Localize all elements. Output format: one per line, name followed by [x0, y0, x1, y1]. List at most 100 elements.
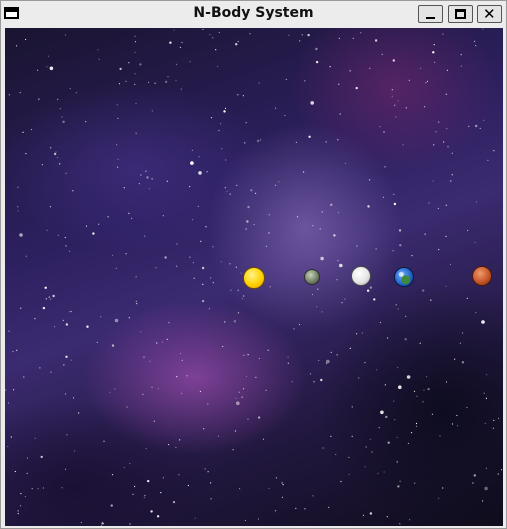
- star: [149, 360, 151, 362]
- star: [138, 183, 140, 185]
- minimize-button[interactable]: [418, 5, 443, 23]
- star: [411, 255, 413, 257]
- star: [447, 146, 449, 148]
- star: [50, 298, 52, 300]
- star: [17, 186, 19, 188]
- close-icon: ✕: [483, 5, 496, 23]
- star: [433, 44, 435, 46]
- star: [268, 214, 270, 216]
- star: [151, 110, 153, 112]
- star: [312, 495, 314, 497]
- star: [62, 319, 64, 321]
- star: [75, 92, 77, 94]
- star: [111, 474, 114, 476]
- close-button[interactable]: ✕: [477, 5, 502, 23]
- star: [224, 187, 226, 189]
- star: [114, 318, 119, 323]
- star: [301, 34, 303, 36]
- star: [414, 482, 416, 484]
- star: [144, 235, 146, 237]
- star: [210, 482, 212, 484]
- star: [442, 33, 444, 35]
- star: [406, 375, 411, 379]
- star: [8, 94, 10, 96]
- star: [49, 66, 54, 71]
- star: [34, 318, 36, 320]
- star: [16, 45, 18, 47]
- star: [497, 417, 500, 419]
- star: [397, 308, 399, 310]
- star: [176, 243, 178, 245]
- star: [468, 125, 470, 127]
- star: [201, 299, 205, 303]
- star: [376, 369, 378, 371]
- star: [258, 357, 260, 360]
- star: [387, 441, 390, 444]
- star: [322, 447, 324, 449]
- simulation-canvas[interactable]: [5, 28, 503, 526]
- star: [13, 389, 15, 391]
- star: [349, 70, 351, 72]
- star: [278, 181, 280, 183]
- star: [17, 210, 19, 212]
- star: [460, 65, 462, 67]
- star: [65, 355, 68, 358]
- star: [210, 117, 213, 119]
- star: [360, 32, 362, 34]
- star: [435, 131, 437, 133]
- star: [179, 439, 181, 441]
- star: [393, 193, 395, 195]
- star: [409, 519, 411, 521]
- star: [235, 397, 237, 399]
- star: [243, 354, 245, 356]
- star: [41, 164, 44, 166]
- star: [397, 366, 399, 369]
- star: [361, 332, 363, 334]
- star: [218, 31, 220, 34]
- star: [85, 225, 88, 227]
- star: [66, 434, 68, 436]
- star: [57, 156, 59, 159]
- star: [226, 190, 228, 192]
- star: [49, 206, 52, 208]
- star: [247, 354, 249, 356]
- star: [454, 358, 456, 360]
- star: [125, 253, 127, 255]
- star: [140, 174, 142, 176]
- star: [156, 342, 158, 344]
- star: [179, 352, 182, 355]
- star: [173, 29, 175, 31]
- star: [446, 69, 448, 71]
- star: [253, 223, 255, 226]
- star: [50, 371, 52, 373]
- minimize-icon: [426, 17, 435, 19]
- venus-body: [351, 266, 371, 286]
- star: [31, 488, 33, 490]
- star: [462, 332, 464, 334]
- star: [287, 356, 289, 358]
- star: [59, 108, 61, 110]
- star: [420, 67, 422, 69]
- star: [335, 453, 337, 456]
- star: [96, 341, 98, 343]
- star: [178, 474, 180, 476]
- star: [339, 263, 343, 268]
- star: [339, 113, 341, 115]
- star: [247, 205, 250, 209]
- star: [114, 388, 116, 390]
- title-bar[interactable]: N-Body System ✕: [1, 1, 506, 27]
- star: [125, 80, 127, 82]
- star: [181, 392, 183, 394]
- star: [416, 395, 418, 397]
- star: [162, 215, 164, 217]
- star: [34, 437, 36, 439]
- star: [371, 451, 373, 453]
- maximize-button[interactable]: [448, 5, 473, 23]
- star: [134, 51, 136, 53]
- star: [364, 362, 366, 364]
- star: [210, 498, 212, 500]
- star: [215, 49, 217, 51]
- star: [131, 217, 133, 219]
- star: [65, 323, 69, 326]
- star: [355, 86, 358, 90]
